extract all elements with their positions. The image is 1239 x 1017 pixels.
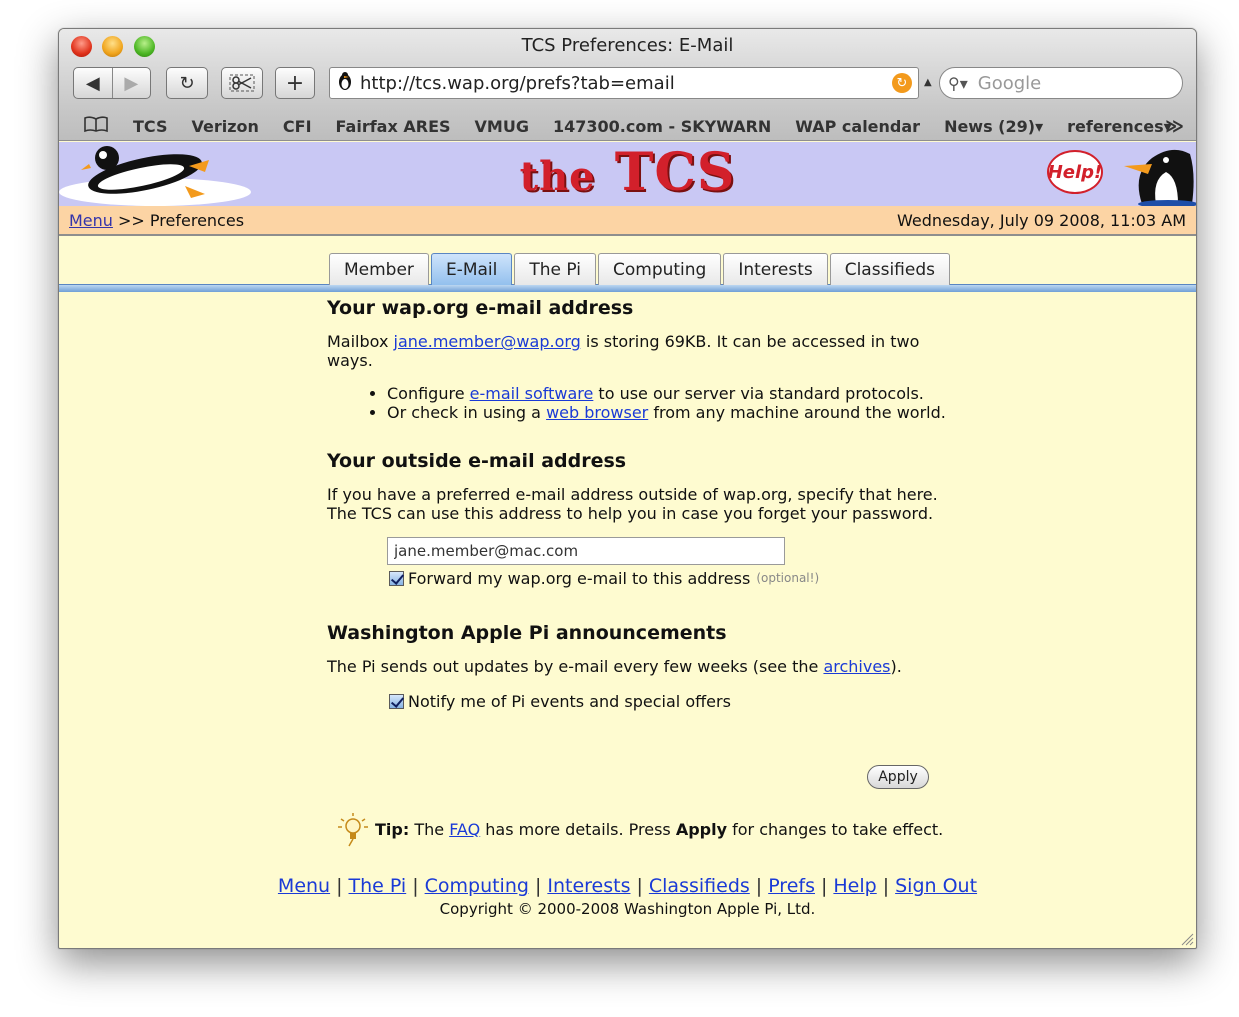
lightbulb-icon: [338, 813, 368, 847]
forward-option: Forward my wap.org e-mail to this addres…: [389, 569, 967, 588]
scissors-icon: [229, 74, 255, 92]
web-browser-link[interactable]: web browser: [546, 403, 648, 422]
footer-link-the-pi[interactable]: The Pi: [349, 875, 407, 897]
outside-email-description: If you have a preferred e-mail address o…: [327, 485, 938, 523]
breadcrumb: Menu >> Preferences: [69, 210, 245, 230]
add-bookmark-button[interactable]: +: [275, 67, 315, 99]
tip-label: Tip:: [375, 819, 410, 839]
notify-checkbox[interactable]: [389, 694, 404, 709]
tab-the-pi[interactable]: The Pi: [514, 253, 596, 285]
email-software-link[interactable]: e-mail software: [470, 384, 594, 403]
back-icon[interactable]: ◀: [74, 73, 112, 94]
footer-link-sign-out[interactable]: Sign Out: [895, 875, 977, 897]
rss-feed-icon[interactable]: ↻: [892, 73, 912, 93]
notify-label[interactable]: Notify me of Pi events and special offer…: [408, 692, 731, 711]
tab-interests[interactable]: Interests: [723, 253, 828, 285]
mailbox-address-link[interactable]: jane.member@wap.org: [394, 332, 581, 351]
window-title: TCS Preferences: E-Mail: [521, 35, 734, 56]
list-item: Or check in using a web browser from any…: [387, 403, 967, 422]
site-logo[interactable]: the TCS: [59, 142, 1196, 203]
bookmarks-bar: TCS Verizon CFI Fairfax ARES VMUG 147300…: [59, 111, 1196, 141]
browser-window: TCS Preferences: E-Mail ◀ ▶ ↻ + http://t…: [58, 28, 1197, 949]
bookmark-item[interactable]: 147300.com - SKYWARN: [553, 117, 771, 136]
forward-label[interactable]: Forward my wap.org e-mail to this addres…: [408, 569, 750, 588]
bookmark-item[interactable]: WAP calendar: [795, 117, 920, 136]
pi-announcements-heading: Washington Apple Pi announcements: [327, 622, 727, 644]
bookmark-folder-references[interactable]: references▾: [1067, 117, 1172, 136]
search-placeholder: Google: [977, 72, 1042, 94]
footer-link-classifieds[interactable]: Classifieds: [649, 875, 750, 897]
copyright-text: Copyright © 2000-2008 Washington Apple P…: [439, 900, 816, 918]
site-favicon-icon: [334, 71, 356, 96]
search-icon[interactable]: ⚲▾: [948, 74, 968, 93]
wap-email-heading: Your wap.org e-mail address: [327, 297, 634, 319]
search-dropdown-icon[interactable]: ▲: [924, 77, 932, 88]
tab-underline: [59, 284, 1196, 292]
access-methods-list: Configure e-mail software to use our ser…: [387, 384, 967, 422]
footer-link-computing[interactable]: Computing: [425, 875, 529, 897]
bookmark-item[interactable]: CFI: [283, 117, 312, 136]
bookmark-item[interactable]: Fairfax ARES: [336, 117, 451, 136]
address-bar[interactable]: http://tcs.wap.org/prefs?tab=email ↻: [329, 67, 919, 99]
archives-link[interactable]: archives: [823, 657, 890, 676]
outside-email-field[interactable]: [387, 537, 785, 565]
breadcrumb-current: Preferences: [149, 210, 245, 230]
bookmark-folder-news[interactable]: News (29)▾: [944, 117, 1043, 136]
list-item: Configure e-mail software to use our ser…: [387, 384, 967, 403]
footer-link-prefs[interactable]: Prefs: [768, 875, 815, 897]
mailbox-info: Mailbox jane.member@wap.org is storing 6…: [327, 332, 920, 370]
footer-link-help[interactable]: Help: [833, 875, 876, 897]
apply-button[interactable]: Apply: [867, 765, 929, 789]
tab-email[interactable]: E-Mail: [430, 253, 513, 285]
tab-member[interactable]: Member: [329, 253, 429, 285]
tip-line: Tip: The FAQ has more details. Press App…: [335, 811, 943, 847]
browser-toolbar: TCS Preferences: E-Mail ◀ ▶ ↻ + http://t…: [59, 29, 1196, 141]
resize-grip-icon[interactable]: [1180, 932, 1194, 946]
forward-icon[interactable]: ▶: [113, 73, 151, 94]
optional-note: (optional!): [756, 571, 820, 585]
reload-icon: ↻: [179, 72, 195, 94]
faq-link[interactable]: FAQ: [449, 820, 480, 839]
bookmarks-book-icon[interactable]: [83, 115, 109, 138]
preferences-tabs: Member E-Mail The Pi Computing Interests…: [329, 253, 952, 285]
back-forward-group: ◀ ▶: [73, 67, 151, 99]
help-penguin-icon[interactable]: [1112, 144, 1196, 206]
plus-icon: +: [285, 70, 305, 96]
pi-announcements-description: The Pi sends out updates by e-mail every…: [327, 657, 902, 676]
site-banner: the TCS Help!: [59, 142, 1196, 206]
footer-link-menu[interactable]: Menu: [278, 875, 330, 897]
url-text[interactable]: http://tcs.wap.org/prefs?tab=email: [356, 73, 892, 94]
bookmark-item[interactable]: TCS: [133, 117, 167, 136]
current-datetime: Wednesday, July 09 2008, 11:03 AM: [897, 210, 1186, 230]
reload-button[interactable]: ↻: [166, 67, 208, 99]
notify-option: Notify me of Pi events and special offer…: [389, 692, 967, 711]
footer-nav: Menu | The Pi | Computing | Interests | Classifi…: [277, 875, 978, 897]
web-clip-button[interactable]: [221, 67, 263, 99]
preferences-content: Your wap.org e-mail address Mailbox jane…: [327, 297, 967, 712]
breadcrumb-bar: Menu >> Preferences Wednesday, July 09 2…: [59, 206, 1196, 236]
bookmark-item[interactable]: Verizon: [191, 117, 258, 136]
outside-email-heading: Your outside e-mail address: [327, 450, 627, 472]
bookmarks-overflow-icon[interactable]: ≫: [1165, 116, 1184, 137]
footer-link-interests[interactable]: Interests: [547, 875, 630, 897]
tab-computing[interactable]: Computing: [597, 253, 722, 285]
forward-checkbox[interactable]: [389, 571, 404, 586]
breadcrumb-menu-link[interactable]: Menu: [69, 211, 113, 230]
help-bubble[interactable]: Help!: [1047, 150, 1103, 194]
bookmark-item[interactable]: VMUG: [475, 117, 529, 136]
tab-classifieds[interactable]: Classifieds: [829, 253, 950, 285]
search-field[interactable]: ⚲▾ Google: [939, 67, 1183, 99]
